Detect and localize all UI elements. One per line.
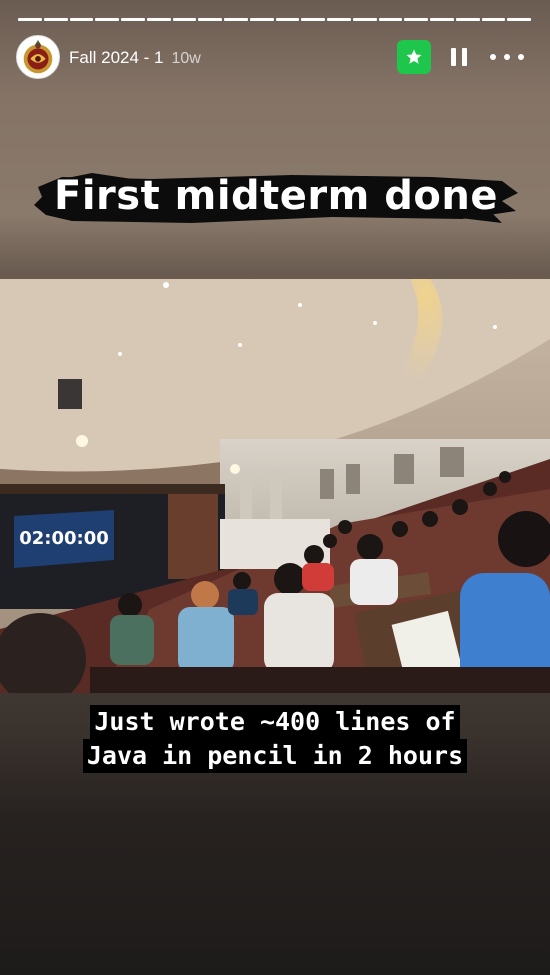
progress-segment <box>146 18 171 21</box>
pause-icon-bar <box>462 48 467 66</box>
screen-timer: 02:00:00 <box>19 528 109 549</box>
progress-segment <box>327 18 351 21</box>
more-options-button[interactable] <box>490 45 524 69</box>
text-sticker[interactable]: First midterm done <box>32 167 520 229</box>
story-title-text: Fall 2024 - 1 <box>69 48 164 67</box>
progress-segment <box>95 18 119 21</box>
progress-segment <box>301 18 325 21</box>
progress-segment <box>404 18 428 21</box>
avatar[interactable] <box>16 35 60 79</box>
progress-segment <box>18 18 42 21</box>
progress-segment <box>249 18 274 21</box>
lecture-hall-photo: 02:00:00 <box>0 279 550 693</box>
story-progress-bar <box>18 18 531 21</box>
story-header: Fall 2024 - 1 10w <box>16 35 534 79</box>
progress-segment <box>352 18 377 21</box>
story-age: 10w <box>171 50 201 67</box>
college-logo-icon <box>17 36 59 78</box>
progress-segment <box>378 18 403 21</box>
more-options-dot <box>504 54 510 60</box>
progress-segment <box>481 18 506 21</box>
progress-segment <box>43 18 68 21</box>
progress-segment <box>224 18 248 21</box>
more-options-icon <box>490 54 496 60</box>
progress-segment <box>275 18 300 21</box>
caption-line-2: Java in pencil in 2 hours <box>82 739 468 773</box>
progress-segment <box>507 18 531 21</box>
progress-segment <box>455 18 480 21</box>
pause-button[interactable] <box>449 46 473 68</box>
progress-segment <box>430 18 454 21</box>
pause-icon <box>451 48 456 66</box>
story-photo: 02:00:00 <box>0 279 550 693</box>
progress-segment <box>121 18 145 21</box>
progress-segment <box>172 18 197 21</box>
caption-line-1: Just wrote ~400 lines of <box>90 705 460 739</box>
sticker-text: First midterm done <box>54 173 498 219</box>
more-options-dot <box>518 54 524 60</box>
progress-segment <box>69 18 94 21</box>
story-title[interactable]: Fall 2024 - 1 10w <box>69 48 201 68</box>
progress-segment <box>198 18 222 21</box>
close-friends-badge[interactable] <box>397 40 431 74</box>
star-icon <box>406 49 422 64</box>
caption-sticker[interactable]: Just wrote ~400 lines of Java in pencil … <box>0 705 550 773</box>
